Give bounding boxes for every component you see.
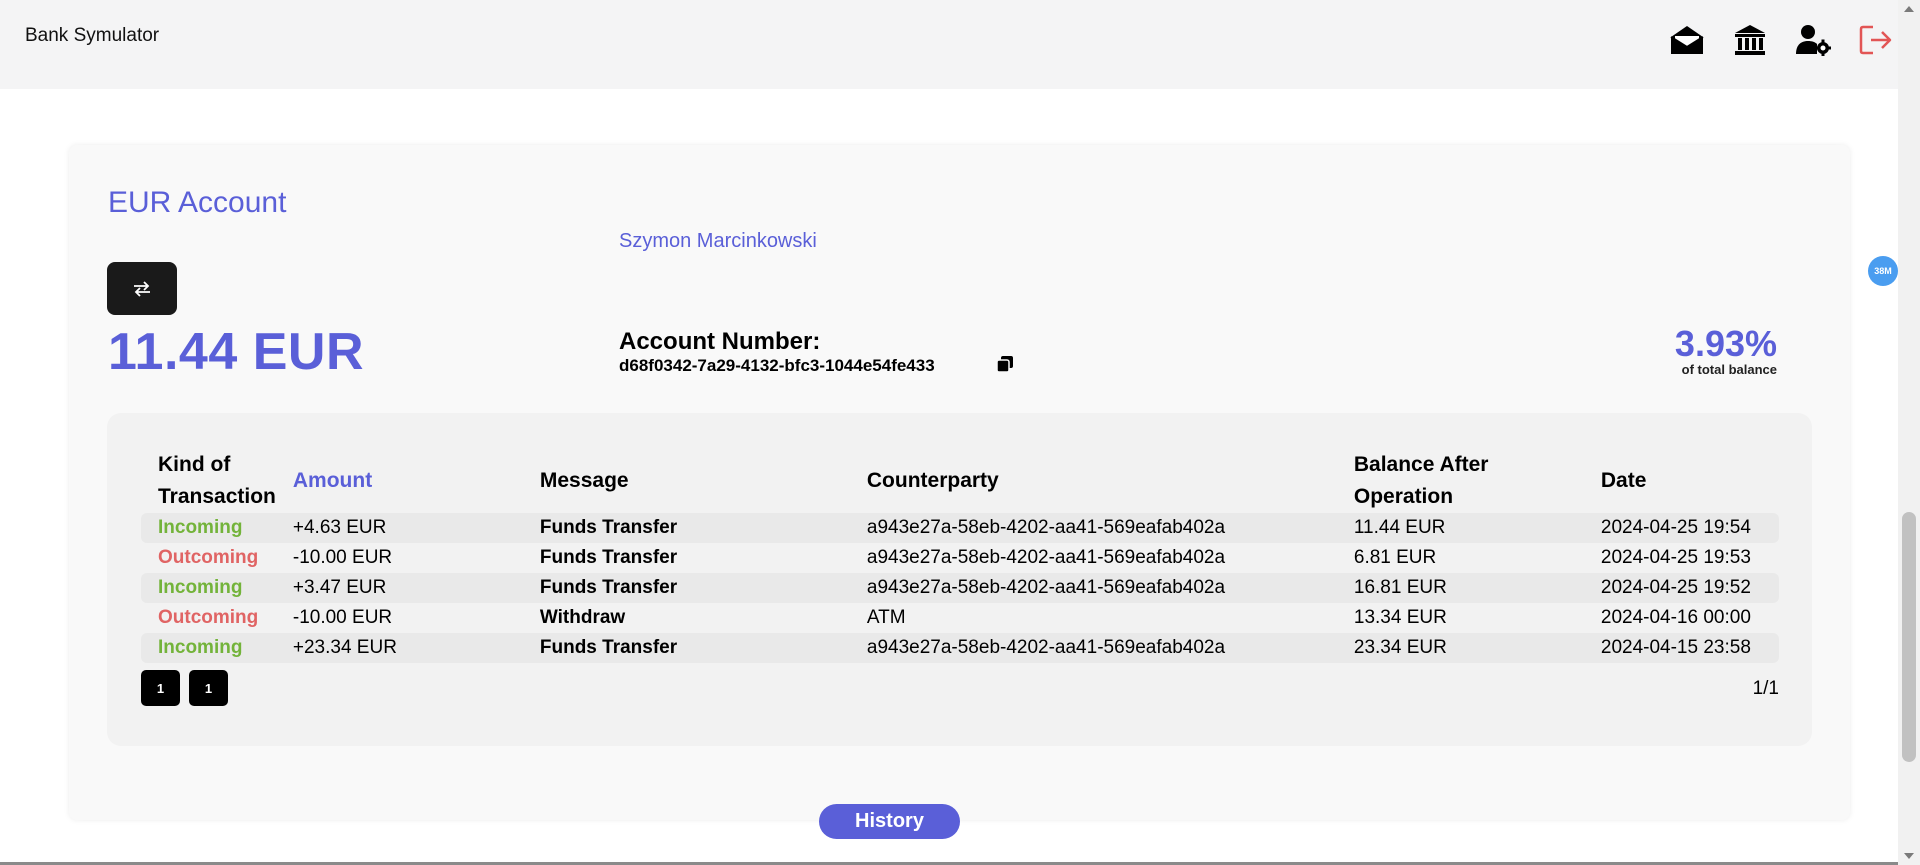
account-number: d68f0342-7a29-4132-bfc3-1044e54fe433 (619, 356, 935, 375)
transaction-counterparty: ATM (866, 607, 906, 628)
mail-open-icon[interactable] (1667, 20, 1707, 60)
column-header-message: Message (539, 469, 629, 492)
vertical-scrollbar[interactable] (1898, 0, 1920, 865)
transaction-balance-after: 16.81 EUR (1336, 573, 1584, 603)
transaction-date: 2024-04-16 00:00 (1600, 607, 1751, 628)
transaction-message: Funds Transfer (522, 513, 850, 543)
table-row: Outcoming -10.00 EUR Withdraw ATM 13.34 … (141, 603, 1779, 633)
transaction-message: Funds Transfer (522, 573, 850, 603)
account-balance: 11.44 EUR (108, 323, 364, 381)
transaction-date: 2024-04-15 23:58 (1583, 633, 1779, 663)
scroll-down-arrow[interactable] (1904, 853, 1914, 859)
transaction-amount: -10.00 EUR (292, 607, 393, 628)
transaction-message: Funds Transfer (539, 547, 678, 568)
scroll-up-arrow[interactable] (1904, 6, 1914, 12)
top-navbar: Bank Symulator (0, 0, 1898, 89)
page-info: 1/1 (1752, 678, 1779, 699)
table-row: Outcoming -10.00 EUR Funds Transfer a943… (141, 543, 1779, 573)
table-header-row: Kind of Transaction Amount Message Counte… (141, 445, 1779, 513)
copy-icon[interactable] (996, 355, 1014, 373)
transaction-amount: +3.47 EUR (275, 573, 523, 603)
transaction-counterparty: a943e27a-58eb-4202-aa41-569eafab402a (849, 513, 1337, 543)
transaction-message: Withdraw (539, 607, 626, 628)
balance-share-percent: 3.93% (1674, 323, 1777, 364)
column-header-balance-after: Balance After Operation (1353, 453, 1489, 508)
bank-icon[interactable] (1730, 20, 1770, 60)
transaction-kind: Outcoming (158, 607, 259, 628)
transaction-amount: +23.34 EUR (275, 633, 523, 663)
transaction-counterparty: a943e27a-58eb-4202-aa41-569eafab402a (866, 547, 1226, 568)
column-header-amount[interactable]: Amount (276, 445, 523, 513)
transaction-date: 2024-04-25 19:54 (1583, 513, 1779, 543)
app-title[interactable]: Bank Symulator (25, 25, 159, 47)
table-row: Incoming +23.34 EUR Funds Transfer a943e… (141, 633, 1779, 663)
balance-share: 3.93% of total balance (1674, 323, 1777, 378)
transaction-counterparty: a943e27a-58eb-4202-aa41-569eafab402a (849, 573, 1337, 603)
column-header-date: Date (1600, 469, 1647, 492)
transaction-counterparty: a943e27a-58eb-4202-aa41-569eafab402a (849, 633, 1337, 663)
table-row: Incoming +3.47 EUR Funds Transfer a943e2… (141, 573, 1779, 603)
transaction-balance-after: 13.34 EUR (1353, 607, 1447, 628)
transaction-amount: +4.63 EUR (275, 513, 523, 543)
transaction-kind: Incoming (141, 513, 276, 543)
column-header-kind: Kind of Transaction (158, 453, 276, 508)
transaction-date: 2024-04-25 19:52 (1583, 573, 1779, 603)
transaction-amount: -10.00 EUR (292, 547, 393, 568)
column-header-counterparty: Counterparty (866, 469, 999, 492)
scroll-thumb[interactable] (1902, 512, 1916, 762)
transfer-button[interactable] (107, 262, 177, 315)
transaction-balance-after: 23.34 EUR (1336, 633, 1584, 663)
logout-icon[interactable] (1856, 20, 1896, 60)
account-number-label: Account Number: (619, 328, 821, 355)
table-row: Incoming +4.63 EUR Funds Transfer a943e2… (141, 513, 1779, 543)
transaction-kind: Outcoming (158, 547, 259, 568)
user-settings-icon[interactable] (1793, 20, 1833, 60)
transaction-kind: Incoming (141, 633, 276, 663)
balance-share-label: of total balance (1681, 362, 1777, 377)
page-button[interactable]: 1 (189, 670, 228, 706)
floating-badge[interactable]: 38M (1868, 256, 1898, 286)
history-button[interactable]: History (819, 804, 960, 839)
transaction-message: Funds Transfer (522, 633, 850, 663)
account-owner: Szymon Marcinkowski (619, 230, 817, 252)
transaction-balance-after: 6.81 EUR (1353, 547, 1437, 568)
account-title: EUR Account (108, 186, 287, 219)
transaction-balance-after: 11.44 EUR (1336, 513, 1584, 543)
swap-arrows-icon (134, 280, 150, 297)
transaction-kind: Incoming (141, 573, 276, 603)
transactions-table: Kind of Transaction Amount Message Counte… (141, 445, 1779, 663)
page-button[interactable]: 1 (141, 670, 180, 706)
transaction-date: 2024-04-25 19:53 (1600, 547, 1751, 568)
